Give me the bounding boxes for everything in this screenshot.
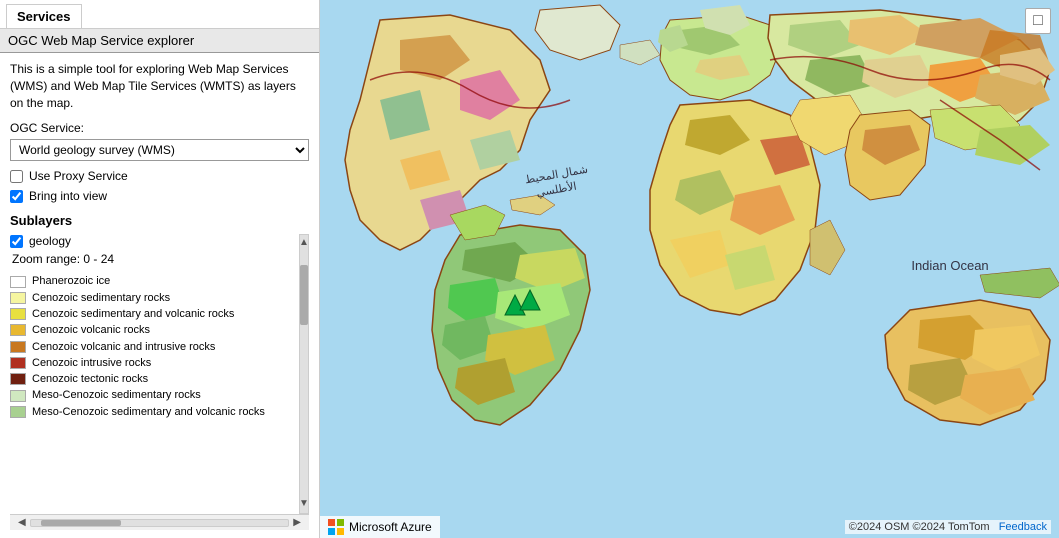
legend-item: Cenozoic volcanic rocks (10, 323, 297, 337)
sublayer-checkbox[interactable] (10, 235, 23, 248)
tab-services[interactable]: Services (6, 4, 82, 28)
legend-item: Meso-Cenozoic sedimentary and volcanic r… (10, 405, 297, 419)
ms-azure-bar: Microsoft Azure (320, 516, 440, 538)
legend-item: Meso-Cenozoic sedimentary rocks (10, 388, 297, 402)
legend-item: Cenozoic volcanic and intrusive rocks (10, 340, 297, 354)
sublayer-panel: geology Zoom range: 0 - 24 Phanerozoic i… (10, 234, 309, 514)
sidebar-description: This is a simple tool for exploring Web … (10, 61, 309, 111)
bring-into-view-checkbox[interactable] (10, 190, 23, 203)
zoom-icon: □ (1033, 12, 1043, 30)
scroll-left-arrow[interactable]: ◀ (14, 517, 30, 528)
legend-swatch (10, 292, 26, 304)
legend-label: Cenozoic tectonic rocks (32, 372, 148, 386)
legend-item: Cenozoic tectonic rocks (10, 372, 297, 386)
bring-into-view-label[interactable]: Bring into view (29, 189, 107, 203)
service-select-row: World geology survey (WMS) OpenStreetMap… (10, 139, 309, 161)
legend-item: Cenozoic sedimentary rocks (10, 291, 297, 305)
map-container[interactable]: شمال المحيط الأطلسي Indian Ocean □ Micro… (320, 0, 1059, 538)
scroll-up-arrow[interactable]: ▲ (297, 235, 309, 250)
scroll-thumb[interactable] (300, 265, 308, 325)
zoom-range: Zoom range: 0 - 24 (12, 252, 297, 266)
legend-label: Cenozoic volcanic rocks (32, 323, 150, 337)
h-scroll-track[interactable] (30, 519, 290, 527)
scroll-down-arrow[interactable]: ▼ (297, 496, 309, 511)
bring-into-view-row: Bring into view (10, 189, 309, 203)
map-attribution: ©2024 OSM ©2024 TomTom Feedback (845, 520, 1051, 534)
legend-label: Meso-Cenozoic sedimentary and volcanic r… (32, 405, 265, 419)
vertical-scrollbar[interactable]: ▲ ▼ (299, 234, 309, 514)
h-scroll-thumb[interactable] (41, 520, 121, 526)
map-svg: شمال المحيط الأطلسي Indian Ocean (320, 0, 1059, 538)
legend-swatch (10, 308, 26, 320)
legend-item: Cenozoic intrusive rocks (10, 356, 297, 370)
use-proxy-label[interactable]: Use Proxy Service (29, 169, 128, 183)
ms-logo-icon (328, 519, 344, 535)
sidebar-header: OGC Web Map Service explorer (0, 29, 319, 53)
legend-swatch (10, 373, 26, 385)
legend-label: Meso-Cenozoic sedimentary rocks (32, 388, 201, 402)
legend-list: Phanerozoic ice Cenozoic sedimentary rock… (10, 274, 297, 419)
legend-swatch (10, 390, 26, 402)
legend-label: Cenozoic sedimentary rocks (32, 291, 170, 305)
legend-item: Phanerozoic ice (10, 274, 297, 288)
legend-label: Phanerozoic ice (32, 274, 110, 288)
sublayer-item: geology (10, 234, 297, 248)
service-select[interactable]: World geology survey (WMS) OpenStreetMap… (10, 139, 309, 161)
sidebar-content: This is a simple tool for exploring Web … (0, 53, 319, 538)
legend-label: Cenozoic sedimentary and volcanic rocks (32, 307, 234, 321)
legend-swatch (10, 341, 26, 353)
sublayer-list-container[interactable]: geology Zoom range: 0 - 24 Phanerozoic i… (10, 234, 299, 514)
scroll-right-arrow[interactable]: ▶ (289, 517, 305, 528)
sublayers-header: Sublayers (10, 213, 309, 228)
legend-label: Cenozoic intrusive rocks (32, 356, 151, 370)
legend-swatch (10, 406, 26, 418)
ms-azure-label: Microsoft Azure (349, 520, 432, 534)
tab-bar: Services (0, 0, 319, 29)
horizontal-scrollbar[interactable]: ◀ ▶ (10, 514, 309, 530)
legend-swatch (10, 357, 26, 369)
sublayer-name: geology (29, 234, 71, 248)
legend-label: Cenozoic volcanic and intrusive rocks (32, 340, 215, 354)
service-label: OGC Service: (10, 121, 309, 135)
use-proxy-checkbox[interactable] (10, 170, 23, 183)
sidebar-title: OGC Web Map Service explorer (8, 33, 194, 48)
legend-item: Cenozoic sedimentary and volcanic rocks (10, 307, 297, 321)
use-proxy-row: Use Proxy Service (10, 169, 309, 183)
legend-swatch (10, 324, 26, 336)
feedback-link[interactable]: Feedback (999, 521, 1047, 533)
svg-text:Indian Ocean: Indian Ocean (911, 258, 988, 273)
attribution-text: ©2024 OSM ©2024 TomTom (849, 521, 990, 533)
zoom-button[interactable]: □ (1025, 8, 1051, 34)
legend-swatch (10, 276, 26, 288)
